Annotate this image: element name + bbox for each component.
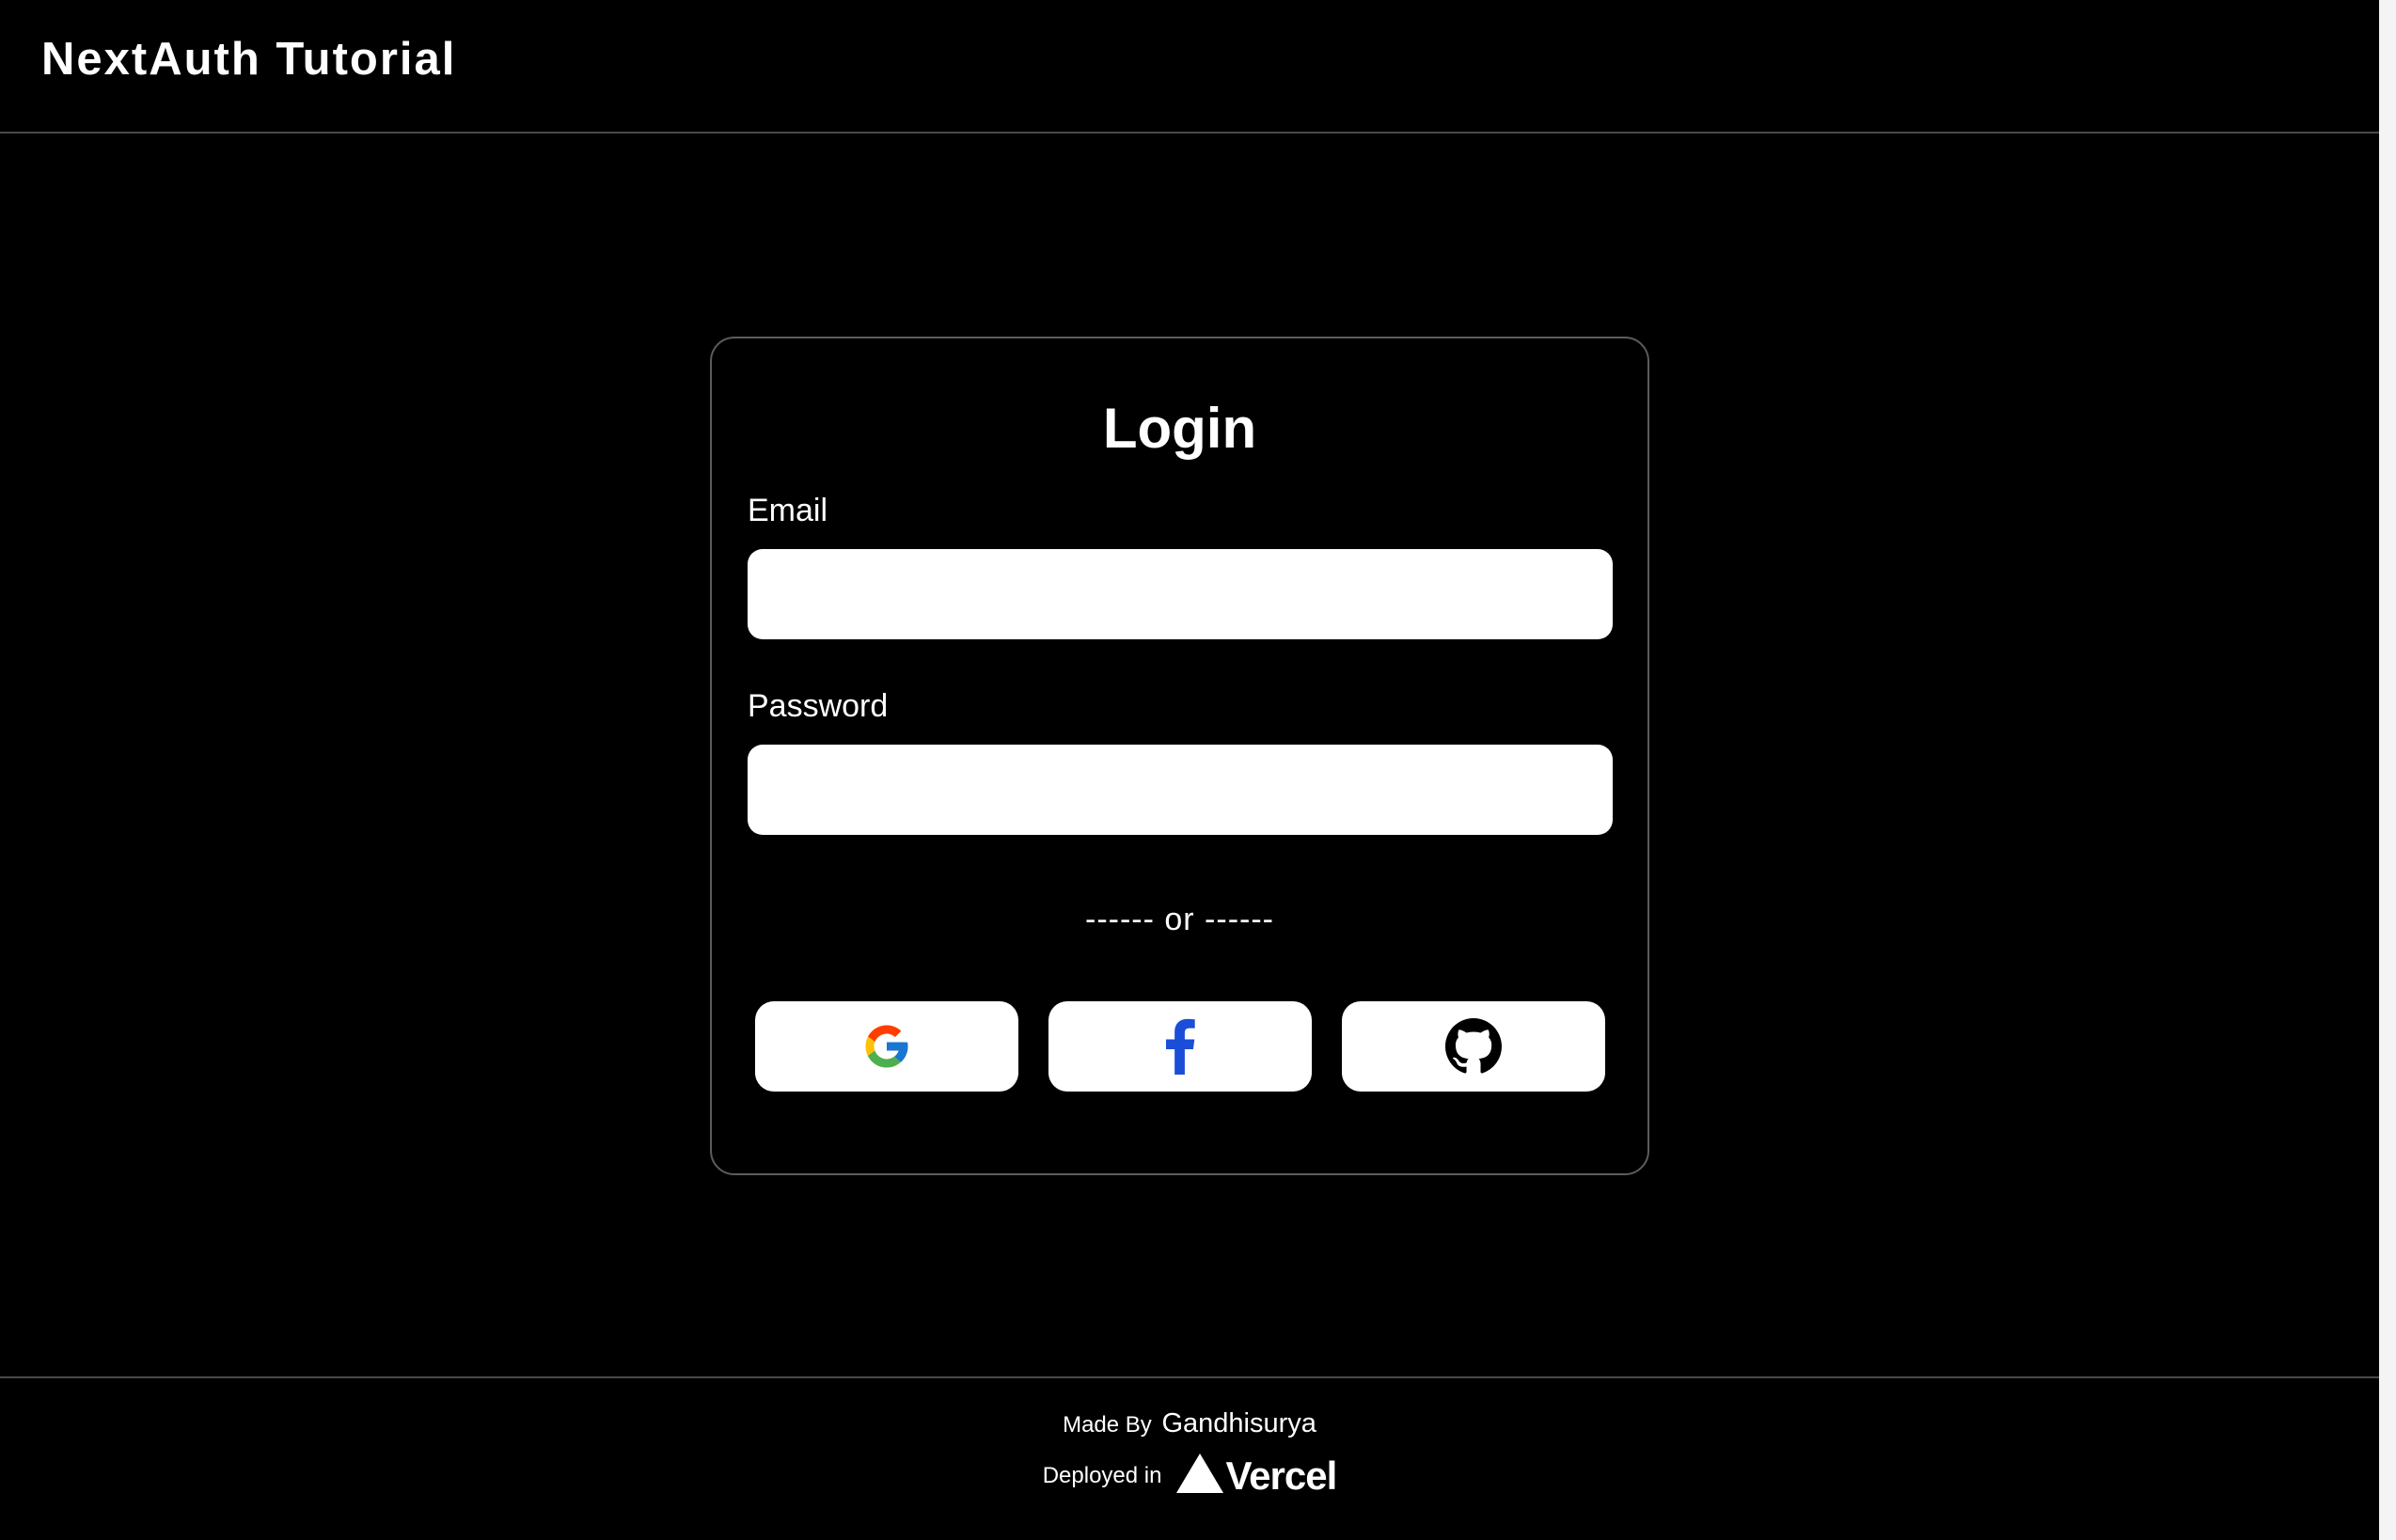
facebook-login-button[interactable] — [1048, 1001, 1312, 1092]
app-root: NextAuth Tutorial Login Email Password -… — [0, 0, 2379, 1540]
email-label: Email — [748, 493, 828, 528]
email-input[interactable] — [748, 549, 1613, 639]
window-edge — [2379, 0, 2396, 1540]
author-link[interactable]: Gandhisurya — [1161, 1408, 1316, 1438]
or-separator: ------ or ------ — [1085, 902, 1274, 937]
facebook-icon — [1164, 1018, 1196, 1075]
password-label: Password — [748, 688, 889, 724]
made-by-line: Made By Gandhisurya — [0, 1406, 2379, 1442]
github-icon — [1445, 1018, 1502, 1075]
google-login-button[interactable] — [755, 1001, 1018, 1092]
vercel-triangle-icon — [1176, 1454, 1224, 1498]
deployed-line: Deployed in Vercel — [0, 1454, 2379, 1498]
password-input[interactable] — [748, 745, 1613, 835]
deployed-label: Deployed in — [1042, 1462, 1162, 1488]
made-by-label: Made By — [1063, 1412, 1152, 1438]
site-title[interactable]: NextAuth Tutorial — [41, 32, 456, 86]
google-icon — [861, 1021, 912, 1072]
vercel-logo[interactable]: Vercel — [1176, 1453, 1337, 1498]
site-footer: Made By Gandhisurya Deployed in Vercel — [0, 1376, 2379, 1540]
github-login-button[interactable] — [1342, 1001, 1605, 1092]
login-card: Login Email Password ------ or ------ — [710, 337, 1649, 1175]
login-heading: Login — [1102, 397, 1257, 460]
vercel-wordmark: Vercel — [1225, 1453, 1337, 1498]
top-navbar: NextAuth Tutorial — [0, 0, 2379, 134]
